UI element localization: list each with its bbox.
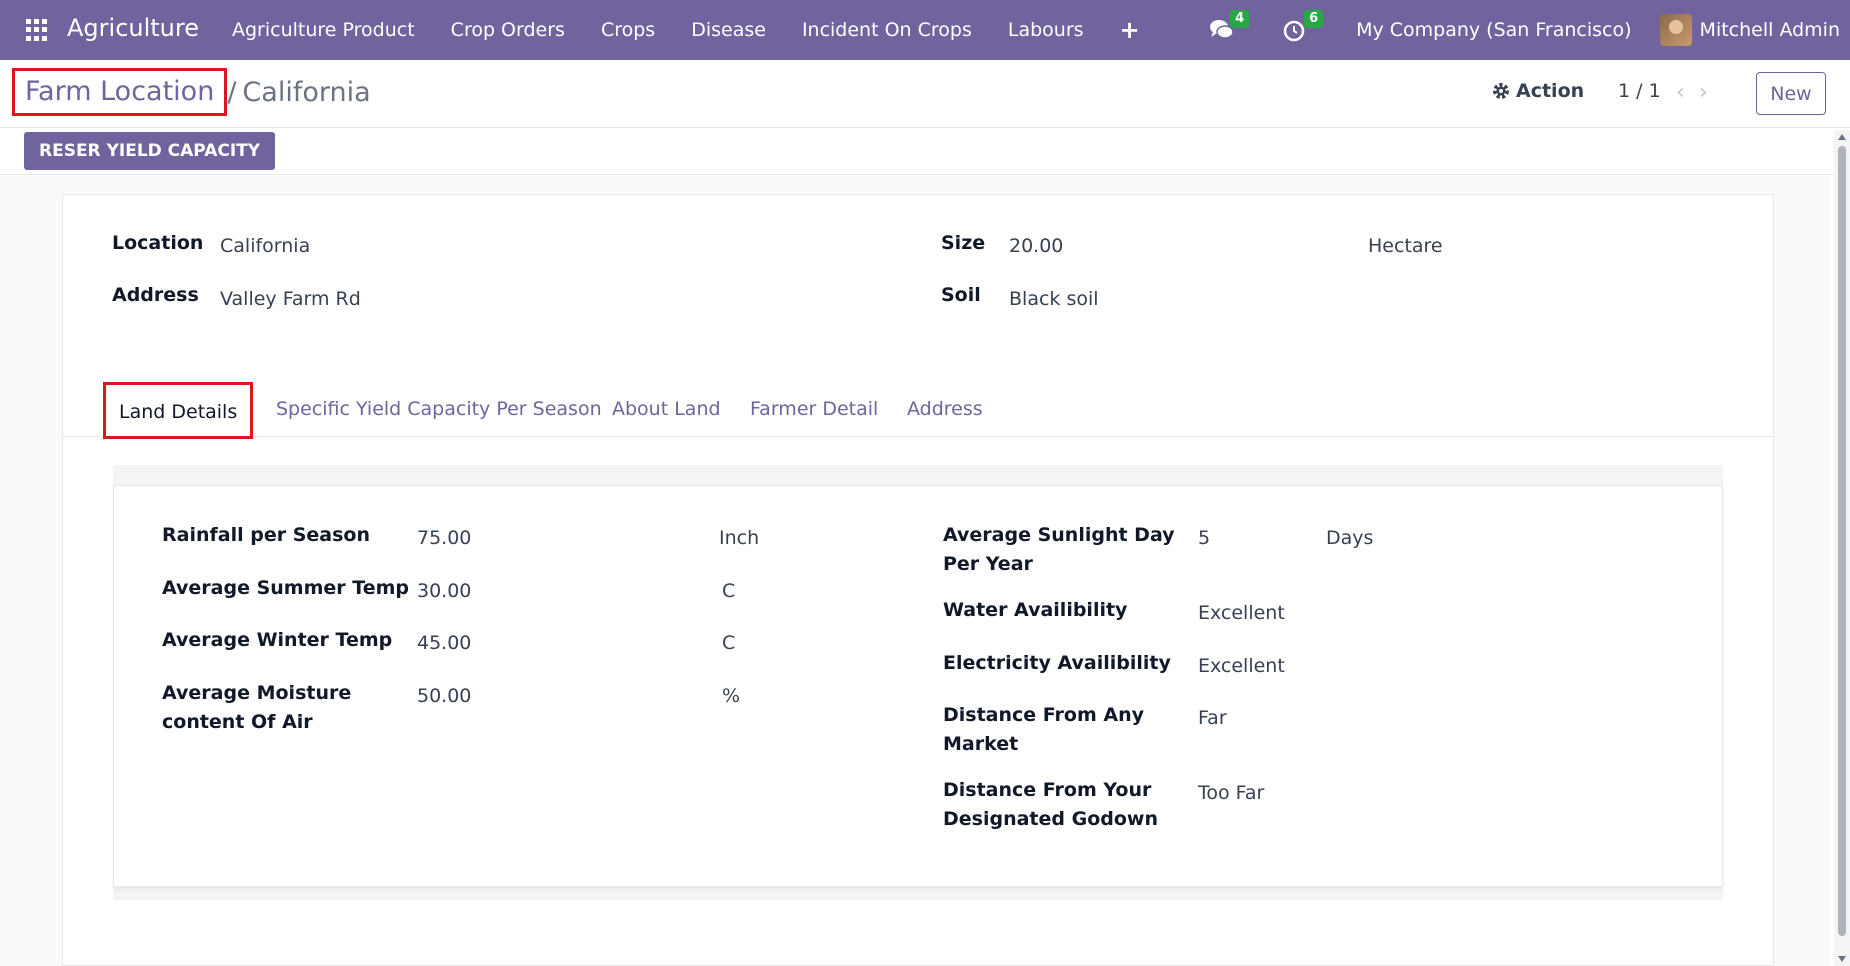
form-statusbar: RESER YIELD CAPACITY <box>0 128 1850 175</box>
main-menu: Agriculture Product Crop Orders Crops Di… <box>232 0 1140 60</box>
sunlight-field[interactable]: 5 <box>1198 524 1210 553</box>
moisture-unit[interactable]: % <box>722 682 740 711</box>
tab-about-land[interactable]: About Land <box>612 389 721 429</box>
godown-distance-label-line1: Distance From Your <box>943 779 1152 801</box>
electricity-availability-field[interactable]: Excellent <box>1198 652 1285 681</box>
systray: 4 6 My Company (San Francisco) Mitchell … <box>1208 0 1850 60</box>
rainfall-field[interactable]: 75.00 <box>417 524 471 553</box>
menu-disease[interactable]: Disease <box>691 19 766 41</box>
summer-temp-label: Average Summer Temp <box>162 577 409 599</box>
activities-badge: 6 <box>1304 10 1324 28</box>
form-sheet: Location California Address Valley Farm … <box>62 194 1774 966</box>
soil-field[interactable]: Black soil <box>1009 285 1099 314</box>
moisture-label-line1: Average Moisture <box>162 682 352 704</box>
address-field[interactable]: Valley Farm Rd <box>220 285 361 314</box>
plus-icon[interactable]: + <box>1120 16 1140 44</box>
pager-arrows: ‹ › <box>1676 80 1708 105</box>
scroll-thumb[interactable] <box>1838 146 1846 936</box>
reset-yield-capacity-button[interactable]: RESER YIELD CAPACITY <box>24 132 276 170</box>
electricity-availability-label: Electricity Availibility <box>943 652 1171 674</box>
menu-incident-on-crops[interactable]: Incident On Crops <box>802 19 972 41</box>
address-label: Address <box>112 284 199 306</box>
gear-icon <box>1493 83 1509 99</box>
scroll-up-icon[interactable] <box>1838 134 1846 140</box>
tab-farmer-detail[interactable]: Farmer Detail <box>750 389 878 429</box>
menu-labours[interactable]: Labours <box>1008 19 1084 41</box>
company-switcher[interactable]: My Company (San Francisco) <box>1356 19 1631 41</box>
activities-button[interactable]: 6 <box>1282 10 1324 44</box>
page-scrollbar[interactable] <box>1834 130 1850 966</box>
user-avatar[interactable] <box>1659 14 1692 46</box>
land-details-panel: Rainfall per Season 75.00 Inch Average S… <box>113 485 1723 887</box>
location-label: Location <box>112 232 204 254</box>
chevron-left-icon[interactable]: ‹ <box>1676 80 1685 105</box>
size-unit[interactable]: Hectare <box>1368 232 1443 261</box>
moisture-label-line2: content Of Air <box>162 711 313 733</box>
godown-distance-field[interactable]: Too Far <box>1198 779 1264 808</box>
godown-distance-label-line2: Designated Godown <box>943 808 1158 830</box>
market-distance-label-line2: Market <box>943 733 1019 755</box>
tab-land-details[interactable]: Land Details <box>103 382 254 439</box>
messages-badge: 4 <box>1230 10 1250 28</box>
chevron-right-icon[interactable]: › <box>1699 80 1708 105</box>
menu-crop-orders[interactable]: Crop Orders <box>451 19 565 41</box>
app-grid-icon[interactable] <box>26 19 48 41</box>
winter-temp-field[interactable]: 45.00 <box>417 629 471 658</box>
action-menu-button[interactable]: Action <box>1492 80 1584 102</box>
soil-label: Soil <box>941 284 981 306</box>
summer-temp-field[interactable]: 30.00 <box>417 577 471 606</box>
tab-specific-yield-capacity[interactable]: Specific Yield Capacity Per Season <box>276 389 602 429</box>
new-button[interactable]: New <box>1756 72 1826 115</box>
scroll-down-icon[interactable] <box>1838 956 1846 962</box>
app-name[interactable]: Agriculture <box>67 14 199 42</box>
water-availability-field[interactable]: Excellent <box>1198 599 1285 628</box>
breadcrumb-separator: / <box>227 76 237 108</box>
action-label: Action <box>1516 80 1585 102</box>
sunlight-unit[interactable]: Days <box>1326 524 1373 553</box>
messages-button[interactable]: 4 <box>1208 10 1250 44</box>
summer-temp-unit[interactable]: C <box>722 577 735 606</box>
breadcrumb-current: California <box>242 76 371 108</box>
moisture-field[interactable]: 50.00 <box>417 682 471 711</box>
sunlight-label-line2: Per Year <box>943 553 1033 575</box>
user-menu[interactable]: Mitchell Admin <box>1700 19 1840 41</box>
notebook-tabs: Land Details Specific Yield Capacity Per… <box>63 381 1773 439</box>
winter-temp-label: Average Winter Temp <box>162 629 393 651</box>
menu-agriculture-product[interactable]: Agriculture Product <box>232 19 415 41</box>
rainfall-label: Rainfall per Season <box>162 524 370 546</box>
location-field[interactable]: California <box>220 232 310 261</box>
breadcrumb-farm-location[interactable]: Farm Location <box>12 68 228 116</box>
breadcrumb: Farm Location / California <box>12 68 371 116</box>
size-label: Size <box>941 232 986 254</box>
top-navbar: Agriculture Agriculture Product Crop Ord… <box>0 0 1850 60</box>
market-distance-field[interactable]: Far <box>1198 704 1227 733</box>
tab-address[interactable]: Address <box>907 389 983 429</box>
water-availability-label: Water Availibility <box>943 599 1128 621</box>
winter-temp-unit[interactable]: C <box>722 629 735 658</box>
menu-crops[interactable]: Crops <box>601 19 655 41</box>
sunlight-label-line1: Average Sunlight Day <box>943 524 1175 546</box>
size-field[interactable]: 20.00 <box>1009 232 1063 261</box>
rainfall-unit[interactable]: Inch <box>719 524 759 553</box>
pager-value[interactable]: 1 / 1 <box>1618 80 1661 102</box>
market-distance-label-line1: Distance From Any <box>943 704 1145 726</box>
